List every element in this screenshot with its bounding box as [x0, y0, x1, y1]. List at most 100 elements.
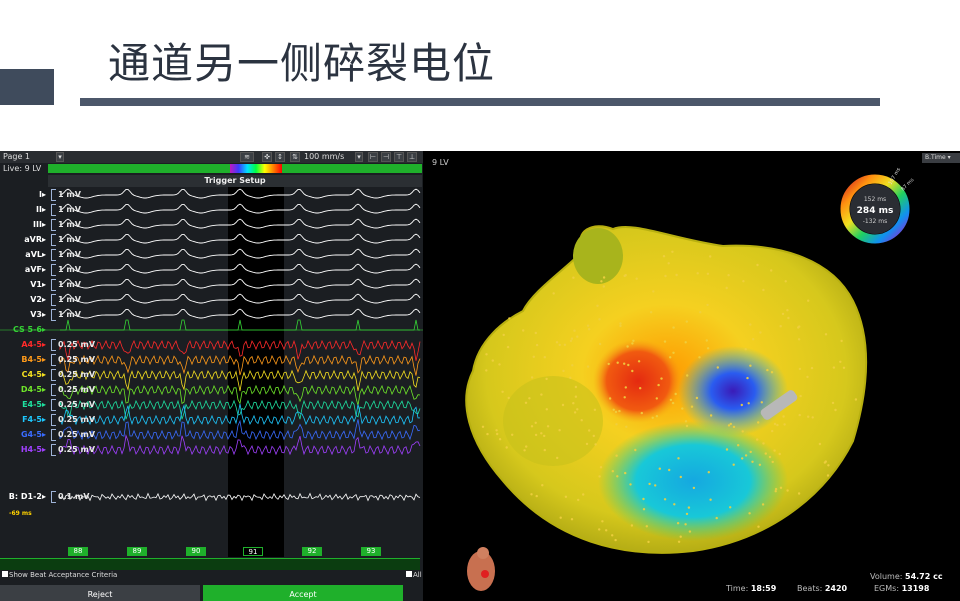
channel-scale: 1 mV	[58, 220, 81, 229]
accept-button[interactable]: Accept	[203, 585, 403, 601]
channel-scale: 0.25 mV	[58, 340, 96, 349]
beat-acceptance-strip[interactable]	[0, 558, 420, 570]
map-canvas[interactable]: 152 ms 284 ms -132 ms 107 ms 87 ms	[423, 151, 960, 601]
amplitude-icon[interactable]: ↕	[275, 152, 285, 162]
scale-bracket	[51, 491, 56, 503]
all-checkbox[interactable]: All	[404, 571, 422, 579]
channel-label[interactable]: F4-5▸	[0, 415, 46, 424]
channel-label[interactable]: A4-5▸	[0, 340, 46, 349]
channel-scale: 1 mV	[58, 310, 81, 319]
trigger-setup-header[interactable]: Trigger Setup	[48, 175, 422, 187]
ep-mapping-screenshot: Page 1 ▾ ≋ ✜ ↕ ⇅ 100 mm/s ▾ ⊢ ⊣ ⊤ ⊥ Live…	[0, 151, 960, 601]
channel-label[interactable]: B4-5▸	[0, 355, 46, 364]
decor-block	[0, 69, 54, 105]
ring-bottom-label: -132 ms	[863, 218, 888, 225]
channel-label[interactable]: aVF▸	[0, 265, 46, 274]
waveform-11	[59, 354, 421, 376]
channel-label[interactable]: V3▸	[0, 310, 46, 319]
waveform-0	[59, 188, 421, 199]
caliper-icon-4[interactable]: ⊥	[407, 152, 417, 162]
channel-scale: 0.25 mV	[58, 445, 96, 454]
speed-dropdown[interactable]: ▾	[355, 152, 363, 162]
scale-bracket	[51, 414, 56, 426]
waveform-3	[59, 233, 421, 244]
title-underline	[80, 98, 880, 106]
channel-label[interactable]: II▸	[0, 205, 46, 214]
egm-pane: Page 1 ▾ ≋ ✜ ↕ ⇅ 100 mm/s ▾ ⊢ ⊣ ⊤ ⊥ Live…	[0, 151, 423, 601]
scale-bracket	[51, 369, 56, 381]
page-selector[interactable]: Page 1	[3, 151, 30, 163]
cursor-icon[interactable]: ✜	[262, 152, 272, 162]
waveform-16	[59, 419, 421, 441]
orientation-torso-icon[interactable]	[467, 547, 495, 591]
window-spectrum-marker[interactable]	[230, 164, 282, 173]
scale-bracket	[51, 249, 56, 261]
channel-scale: 0.25 mV	[58, 355, 96, 364]
channel-scale: 0.25 mV	[58, 370, 96, 379]
page-dropdown[interactable]: ▾	[56, 152, 64, 162]
show-criteria-label: Show Beat Acceptance Criteria	[9, 571, 118, 579]
channel-label[interactable]: I▸	[0, 190, 46, 199]
channel-scale: 0.25 mV	[58, 385, 96, 394]
channel-label[interactable]: H4-5▸	[0, 445, 46, 454]
channel-label[interactable]: CS 5-6▸	[0, 325, 46, 334]
channel-scale: 0.25 mV	[58, 415, 96, 424]
channel-scale: 1 mV	[58, 265, 81, 274]
channel-scale: 1 mV	[58, 280, 81, 289]
heart-geometry[interactable]	[465, 225, 868, 554]
beat-number[interactable]: 93	[361, 547, 381, 556]
channel-label[interactable]: aVR▸	[0, 235, 46, 244]
waveform-17	[59, 434, 421, 456]
channel-label[interactable]: V1▸	[0, 280, 46, 289]
scale-bracket	[51, 204, 56, 216]
channel-label[interactable]: B: D1-2▸	[0, 492, 46, 501]
channel-label[interactable]: V2▸	[0, 295, 46, 304]
speed-icon[interactable]: ⇅	[290, 152, 300, 162]
map-pane: 9 LV B.Time ▾ 152 ms 284 ms -132 ms 107 …	[423, 151, 960, 601]
beat-number[interactable]: 89	[127, 547, 147, 556]
beat-number[interactable]: 92	[302, 547, 322, 556]
channel-label[interactable]: aVL▸	[0, 250, 46, 259]
channel-scale: 1 mV	[58, 250, 81, 259]
scale-bracket	[51, 294, 56, 306]
show-criteria-checkbox[interactable]: Show Beat Acceptance Criteria	[0, 571, 117, 579]
channel-scale: 1 mV	[58, 235, 81, 244]
scale-bracket	[51, 339, 56, 351]
scale-bracket	[51, 444, 56, 456]
channel-scale: 0.1 mV	[58, 492, 90, 501]
channel-label[interactable]: G4-5▸	[0, 430, 46, 439]
waveform-7	[59, 293, 421, 304]
beat-number[interactable]: 91	[243, 547, 263, 556]
scale-bracket	[51, 219, 56, 231]
sweep-speed-select[interactable]: 100 mm/s	[304, 151, 344, 163]
scale-bracket	[51, 264, 56, 276]
channel-label[interactable]: C4-5▸	[0, 370, 46, 379]
caliper-icon-1[interactable]: ⊢	[368, 152, 378, 162]
activation-time-ring: 152 ms 284 ms -132 ms 107 ms 87 ms	[840, 167, 916, 244]
scale-bracket	[51, 189, 56, 201]
color-scale-icon[interactable]: ≋	[240, 152, 254, 162]
waveform-10	[59, 339, 421, 361]
channel-label[interactable]: III▸	[0, 220, 46, 229]
reject-button[interactable]: Reject	[0, 585, 200, 601]
caliper-icon-2[interactable]: ⊣	[381, 152, 391, 162]
channel-label[interactable]: E4-5▸	[0, 400, 46, 409]
beats-stat: Beats: 2420	[797, 584, 848, 593]
waveform-18	[59, 492, 421, 502]
slide: 通道另一侧碎裂电位 Page 1 ▾ ≋ ✜ ↕ ⇅ 100 mm/s ▾ ⊢ …	[0, 0, 960, 601]
caliper-icon-3[interactable]: ⊤	[394, 152, 404, 162]
scale-bracket	[51, 399, 56, 411]
scale-bracket	[51, 234, 56, 246]
roving-ms-value: -69 ms	[9, 510, 32, 517]
time-stat: Time: 18:59	[726, 584, 777, 593]
scale-bracket	[51, 309, 56, 321]
beat-number[interactable]: 90	[186, 547, 206, 556]
channel-scale: 1 mV	[58, 190, 81, 199]
live-map-label: Live: 9 LV	[3, 164, 42, 173]
slide-title: 通道另一侧碎裂电位	[108, 39, 496, 88]
scale-bracket	[51, 429, 56, 441]
beat-number[interactable]: 88	[68, 547, 88, 556]
channel-label[interactable]: D4-5▸	[0, 385, 46, 394]
scale-bracket	[51, 384, 56, 396]
ring-b-label: 87 ms	[900, 177, 915, 192]
